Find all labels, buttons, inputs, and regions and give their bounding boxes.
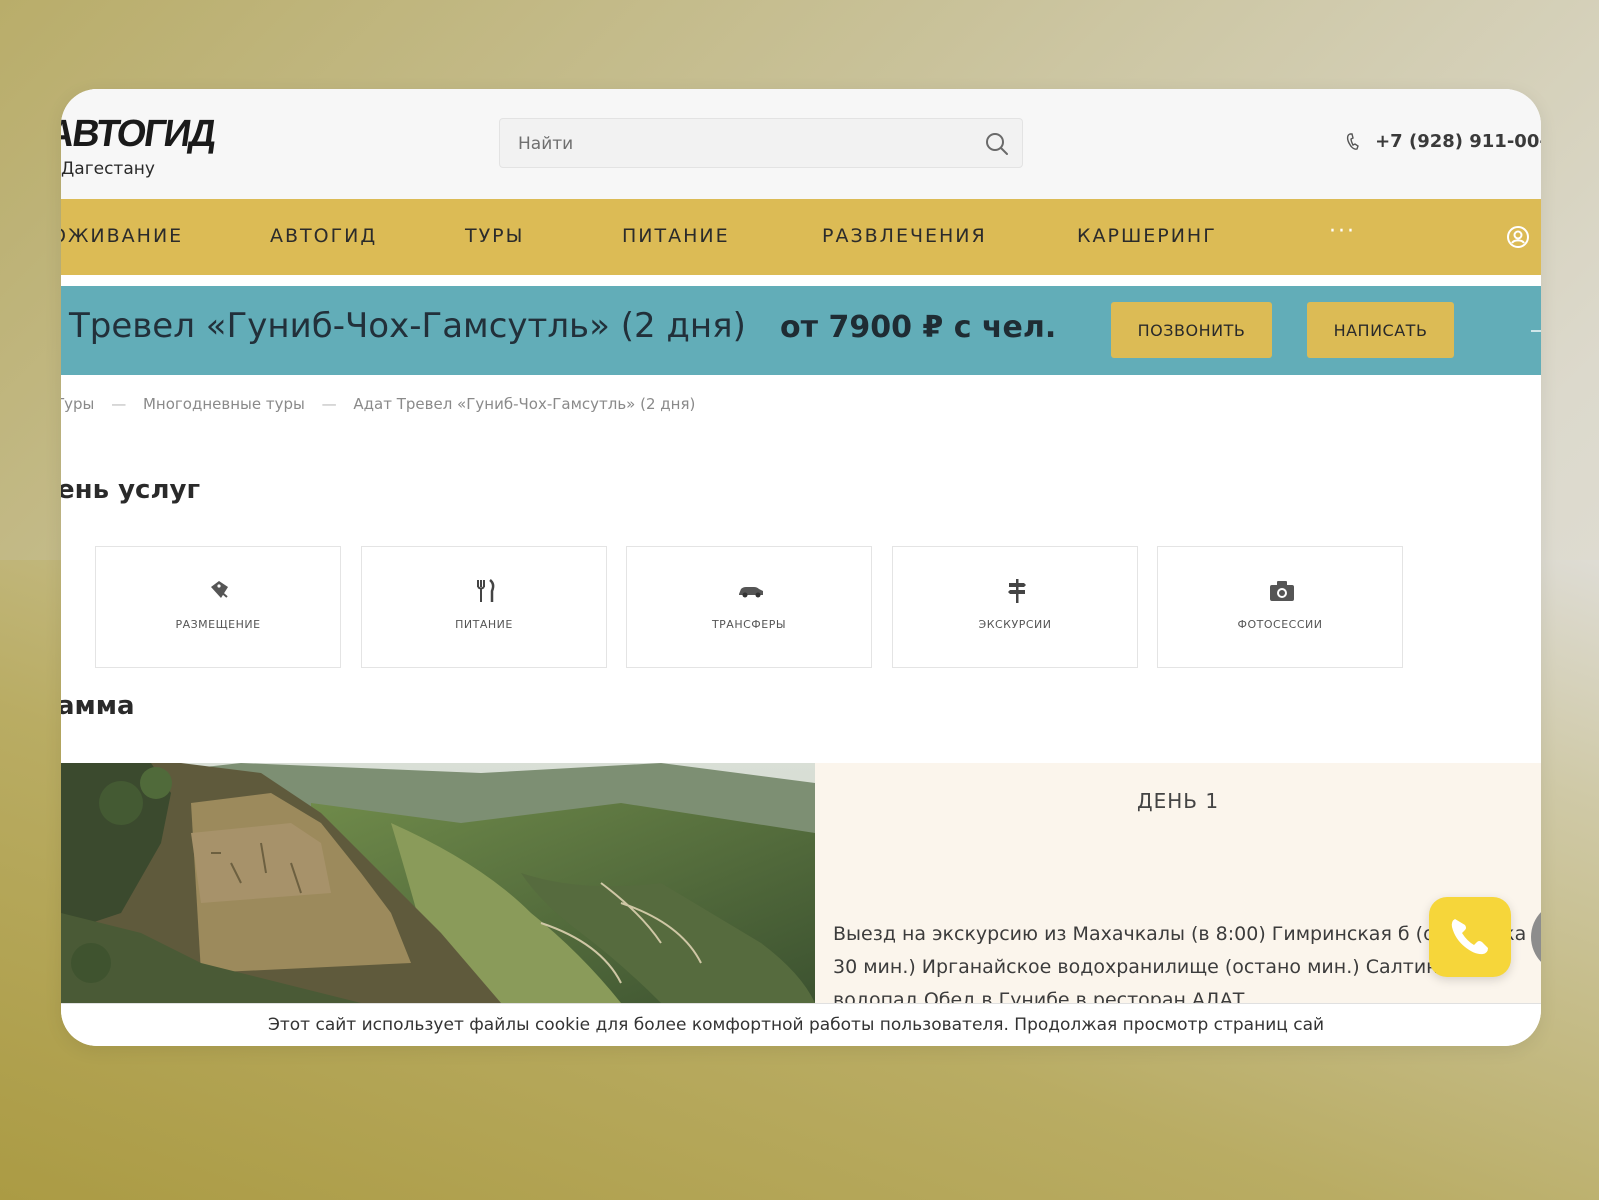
tour-price: от 7900 ₽ с чел.	[780, 310, 1057, 345]
call-button[interactable]: ПОЗВОНИТЬ	[1111, 302, 1272, 358]
nav-item-autoguide[interactable]: АВТОГИД	[270, 225, 377, 247]
service-label: ФОТОСЕССИИ	[1237, 618, 1323, 631]
cookie-banner: Этот сайт использует файлы cookie для бо…	[61, 1003, 1541, 1046]
search-input[interactable]	[516, 119, 960, 169]
nav-item-accommodation[interactable]: ОЖИВАНИЕ	[61, 225, 183, 247]
phone-handset-icon	[1451, 919, 1488, 955]
site-logo[interactable]: АВТОГИД	[61, 113, 217, 156]
breadcrumb-item-current: Адат Тревел «Гуниб-Чох-Гамсутль» (2 дня)	[353, 395, 696, 413]
nav-item-tours[interactable]: ТУРЫ	[465, 225, 524, 247]
breadcrumb: Туры — Многодневные туры — Адат Тревел «…	[61, 395, 695, 413]
service-card-transfers[interactable]: ТРАНСФЕРЫ	[626, 546, 872, 668]
logo-subtitle: Дагестану	[61, 159, 155, 179]
camera-icon	[1270, 581, 1294, 601]
search-box	[499, 118, 1023, 169]
phone-icon	[1346, 132, 1359, 150]
header-phone[interactable]: +7 (928) 911-00-0	[1346, 131, 1541, 152]
phone-number[interactable]: +7 (928) 911-00-0	[1375, 131, 1541, 152]
breadcrumb-separator: —	[111, 395, 127, 413]
service-card-excursions[interactable]: ЭКСКУРСИИ	[892, 546, 1138, 668]
nav-more-button[interactable]: ···	[1329, 219, 1356, 244]
browser-frame: АВТОГИД Дагестану +7 (928) 911-00-0 ОЖИВ…	[61, 89, 1541, 1046]
service-label: РАЗМЕЩЕНИЕ	[175, 618, 261, 631]
tour-title: Тревел «Гуниб-Чох-Гамсутль» (2 дня)	[69, 306, 746, 346]
search-icon[interactable]	[984, 131, 1010, 157]
site-header: АВТОГИД Дагестану +7 (928) 911-00-0	[61, 89, 1541, 199]
tour-title-bar: Тревел «Гуниб-Чох-Гамсутль» (2 дня) от 7…	[61, 286, 1541, 375]
tag-icon	[211, 581, 228, 598]
service-label: ЭКСКУРСИИ	[978, 618, 1052, 631]
cutlery-icon	[477, 579, 495, 602]
nav-item-food[interactable]: ПИТАНИЕ	[622, 225, 730, 247]
service-card-accommodation[interactable]: РАЗМЕЩЕНИЕ	[95, 546, 341, 668]
titlebar-edge-mark	[1531, 330, 1541, 332]
cookie-text: Этот сайт использует файлы cookie для бо…	[268, 1015, 1325, 1035]
main-nav: ОЖИВАНИЕ АВТОГИД ТУРЫ ПИТАНИЕ РАЗВЛЕЧЕНИ…	[61, 199, 1541, 275]
tour-photo	[61, 763, 815, 1003]
call-fab-button[interactable]	[1429, 897, 1511, 977]
breadcrumb-item-multiday[interactable]: Многодневные туры	[143, 395, 305, 413]
write-button[interactable]: НАПИСАТЬ	[1307, 302, 1454, 358]
car-icon	[739, 587, 763, 598]
breadcrumb-separator: —	[321, 395, 337, 413]
service-label: ПИТАНИЕ	[455, 618, 513, 631]
day-title: ДЕНЬ 1	[1136, 789, 1220, 813]
service-label: ТРАНСФЕРЫ	[711, 618, 787, 631]
user-icon[interactable]	[1506, 225, 1530, 249]
services-section-title: ень услуг	[61, 475, 201, 505]
signpost-icon	[1008, 579, 1026, 603]
breadcrumb-item-tours[interactable]: Туры	[61, 395, 94, 413]
nav-item-entertainment[interactable]: РАЗВЛЕЧЕНИЯ	[822, 225, 987, 247]
service-card-food[interactable]: ПИТАНИЕ	[361, 546, 607, 668]
service-card-photosessions[interactable]: ФОТОСЕССИИ	[1157, 546, 1403, 668]
nav-item-carsharing[interactable]: КАРШЕРИНГ	[1077, 225, 1217, 247]
program-section-title: амма	[61, 691, 135, 721]
